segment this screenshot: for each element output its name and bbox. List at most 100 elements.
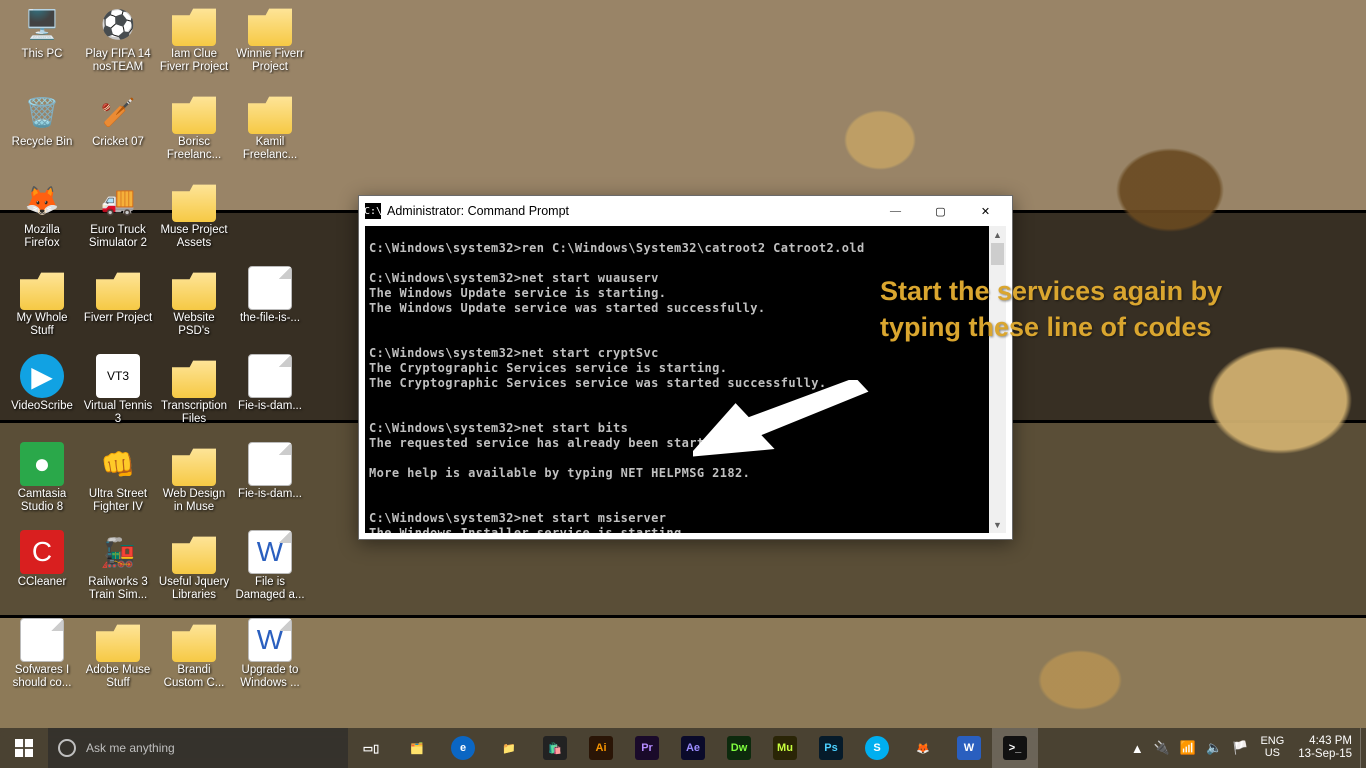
desktop-icon-glyph	[172, 442, 216, 486]
desktop-icon[interactable]: ▶VideoScribe	[6, 354, 78, 413]
tray-icon-0[interactable]: ▲	[1131, 741, 1144, 756]
maximize-button[interactable]: ▢	[918, 197, 963, 225]
edge-icon: e	[451, 736, 475, 760]
desktop-icon[interactable]: VT3Virtual Tennis 3	[82, 354, 154, 426]
desktop-icon[interactable]: Transcription Files	[158, 354, 230, 426]
scroll-up-icon[interactable]: ▲	[989, 226, 1006, 243]
desktop-icon[interactable]: 🦊Mozilla Firefox	[6, 178, 78, 250]
desktop-icon[interactable]: CCCleaner	[6, 530, 78, 589]
desktop-icon-glyph	[172, 2, 216, 46]
desktop-icon[interactable]: Borisc Freelanc...	[158, 90, 230, 162]
scroll-down-icon[interactable]: ▼	[989, 516, 1006, 533]
close-button[interactable]: ✕	[963, 197, 1008, 225]
desktop-icon[interactable]: WUpgrade to Windows ...	[234, 618, 306, 690]
desktop-icon[interactable]: 🚂Railworks 3 Train Sim...	[82, 530, 154, 602]
minimize-button[interactable]: —	[873, 197, 918, 225]
desktop-icon[interactable]: 🗑️Recycle Bin	[6, 90, 78, 149]
start-button[interactable]	[0, 728, 48, 768]
desktop-icon-glyph: 🚂	[96, 530, 140, 574]
desktop-icon-glyph	[248, 442, 292, 486]
windows-logo-icon	[15, 739, 33, 757]
taskbar-illustrator[interactable]: Ai	[578, 728, 624, 768]
desktop-icon-glyph: 🦊	[20, 178, 64, 222]
desktop-icon[interactable]: Brandi Custom C...	[158, 618, 230, 690]
desktop-icon[interactable]: the-file-is-...	[234, 266, 306, 325]
taskbar-premiere[interactable]: Pr	[624, 728, 670, 768]
desktop-icon[interactable]: Iam Clue Fiverr Project	[158, 2, 230, 74]
show-desktop-button[interactable]	[1360, 728, 1366, 768]
desktop-icon-glyph: ▶	[20, 354, 64, 398]
desktop-icon[interactable]: Kamil Freelanc...	[234, 90, 306, 162]
desktop-icon[interactable]: Adobe Muse Stuff	[82, 618, 154, 690]
desktop-icon[interactable]: 👊Ultra Street Fighter IV	[82, 442, 154, 514]
desktop-icon-label: Sofwares I should co...	[6, 664, 78, 690]
desktop-icon-glyph	[172, 530, 216, 574]
cmd-titlebar[interactable]: C:\ Administrator: Command Prompt — ▢ ✕	[359, 196, 1012, 226]
desktop-icon-label: My Whole Stuff	[6, 312, 78, 338]
desktop-icon[interactable]: Fie-is-dam...	[234, 354, 306, 413]
desktop-icon[interactable]: Muse Project Assets	[158, 178, 230, 250]
cmd-window[interactable]: C:\ Administrator: Command Prompt — ▢ ✕ …	[358, 195, 1013, 540]
tray-icon-3[interactable]: 🔈	[1206, 740, 1222, 756]
desktop-icon[interactable]: ●Camtasia Studio 8	[6, 442, 78, 514]
desktop-icon[interactable]: Web Design in Muse	[158, 442, 230, 514]
desktop-icon-label: Camtasia Studio 8	[6, 488, 78, 514]
taskbar-explorer-pinned[interactable]: 📁	[486, 728, 532, 768]
clock-date: 13-Sep-15	[1298, 748, 1352, 761]
search-box[interactable]: Ask me anything	[48, 728, 348, 768]
system-tray[interactable]: ▲ 🔌 📶 🔈 🏳️	[1125, 728, 1255, 768]
premiere-icon: Pr	[635, 736, 659, 760]
language-indicator[interactable]: ENG US	[1254, 736, 1290, 759]
taskbar-dreamweaver[interactable]: Dw	[716, 728, 762, 768]
desktop-icon[interactable]: Useful Jquery Libraries	[158, 530, 230, 602]
taskbar-file-explorer[interactable]: 🗂️	[394, 728, 440, 768]
desktop-icon-label: Fie-is-dam...	[234, 488, 306, 501]
taskbar-firefox[interactable]: 🦊	[900, 728, 946, 768]
search-placeholder: Ask me anything	[86, 741, 175, 755]
desktop-icon-glyph: 👊	[96, 442, 140, 486]
firefox-icon: 🦊	[911, 736, 935, 760]
desktop-icon-glyph: 🏏	[96, 90, 140, 134]
desktop-icon[interactable]: 🏏Cricket 07	[82, 90, 154, 149]
desktop-icon-label: Fiverr Project	[82, 312, 154, 325]
taskbar-store[interactable]: 🛍️	[532, 728, 578, 768]
desktop-icon-label: Muse Project Assets	[158, 224, 230, 250]
desktop-icon-glyph	[172, 618, 216, 662]
file-explorer-icon: 🗂️	[405, 736, 429, 760]
taskbar-muse[interactable]: Mu	[762, 728, 808, 768]
taskbar-skype[interactable]: S	[854, 728, 900, 768]
taskbar-after-effects[interactable]: Ae	[670, 728, 716, 768]
cmd-icon: C:\	[365, 203, 381, 219]
desktop-icon-label: Brandi Custom C...	[158, 664, 230, 690]
tray-icon-1[interactable]: 🔌	[1154, 740, 1170, 756]
desktop-icon[interactable]: My Whole Stuff	[6, 266, 78, 338]
desktop-icon-label: Virtual Tennis 3	[82, 400, 154, 426]
taskbar-task-view[interactable]: ▭▯	[348, 728, 394, 768]
desktop-icon-label: Adobe Muse Stuff	[82, 664, 154, 690]
taskbar-cmd[interactable]: >_	[992, 728, 1038, 768]
desktop-icon[interactable]: Fiverr Project	[82, 266, 154, 325]
desktop-icon[interactable]: Sofwares I should co...	[6, 618, 78, 690]
desktop-icon[interactable]: WFile is Damaged a...	[234, 530, 306, 602]
tray-icon-4[interactable]: 🏳️	[1232, 740, 1248, 756]
desktop-icon[interactable]: ⚽Play FIFA 14 nosTEAM	[82, 2, 154, 74]
after-effects-icon: Ae	[681, 736, 705, 760]
desktop-icon-glyph	[172, 90, 216, 134]
taskbar-word[interactable]: W	[946, 728, 992, 768]
taskbar: Ask me anything ▭▯ 🗂️ e 📁🛍️Ai Pr Ae DwMu Ps S 🦊 W >…	[0, 728, 1366, 768]
scroll-thumb[interactable]	[991, 243, 1004, 265]
desktop-icon-label: Iam Clue Fiverr Project	[158, 48, 230, 74]
word-icon: W	[957, 736, 981, 760]
taskbar-edge[interactable]: e	[440, 728, 486, 768]
taskbar-photoshop[interactable]: Ps	[808, 728, 854, 768]
desktop-icon[interactable]: Winnie Fiverr Project	[234, 2, 306, 74]
desktop-icon-glyph	[172, 266, 216, 310]
photoshop-icon: Ps	[819, 736, 843, 760]
clock[interactable]: 4:43 PM 13-Sep-15	[1290, 735, 1360, 761]
desktop-icon[interactable]: 🚚Euro Truck Simulator 2	[82, 178, 154, 250]
desktop-icon[interactable]: Fie-is-dam...	[234, 442, 306, 501]
desktop-icon[interactable]: 🖥️This PC	[6, 2, 78, 61]
tray-icon-2[interactable]: 📶	[1180, 740, 1196, 756]
desktop-icon[interactable]: Website PSD's	[158, 266, 230, 338]
desktop-icon-label: Mozilla Firefox	[6, 224, 78, 250]
